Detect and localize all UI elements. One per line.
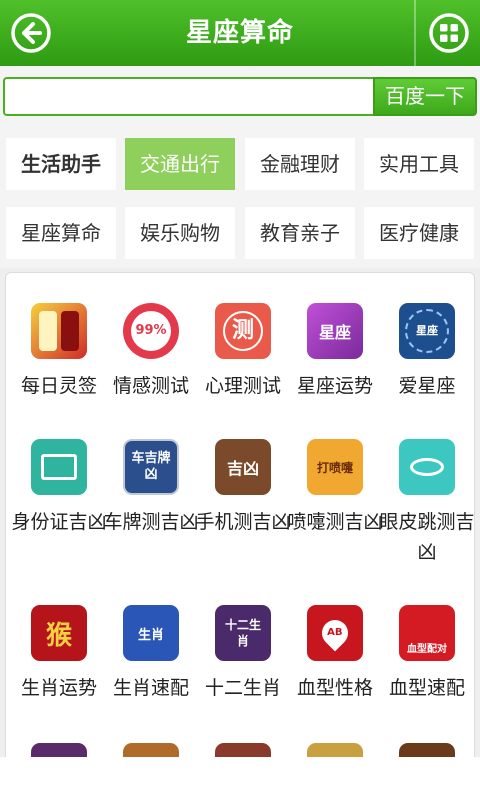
- page-title: 星座算命: [185, 18, 294, 48]
- category-entertainment[interactable]: 娱乐购物: [125, 207, 235, 259]
- app-blood-type-match[interactable]: 血型配对 血型速配: [379, 605, 474, 703]
- app-label: 血型性格: [296, 677, 373, 699]
- app-psych-test[interactable]: 测 心理测试: [195, 303, 291, 401]
- app-grid-card: 每日灵签 99% 情感测试 测 心理测试 星座 星座运势 星座 爱星座 身份证吉…: [5, 272, 475, 772]
- title-bar: 星座算命: [0, 0, 480, 66]
- blood-type-icon: AB: [307, 605, 363, 661]
- app-twelve-zodiac[interactable]: 十二生肖 十二生肖: [195, 605, 291, 703]
- app-label: 喷嚏测吉凶: [287, 511, 383, 533]
- license-plate-icon: 车吉牌凶: [123, 439, 179, 495]
- category-horoscope[interactable]: 星座算命: [6, 207, 116, 259]
- app-zodiac-match[interactable]: 生肖 生肖速配: [103, 605, 199, 703]
- id-card-icon: [31, 439, 87, 495]
- zodiac-match-icon: 生肖: [123, 605, 179, 661]
- bottom-strip: [0, 757, 480, 800]
- app-phone-fortune[interactable]: 吉凶 手机测吉凶: [195, 439, 291, 537]
- sneeze-icon: 打喷嚏: [307, 439, 363, 495]
- zodiac-fortune-icon: 星座: [307, 303, 363, 359]
- zodiac-animal-icon: 猴: [31, 605, 87, 661]
- fortune-sticks-icon: [31, 303, 87, 359]
- phone-seal-icon: 吉凶: [215, 439, 271, 495]
- category-transport[interactable]: 交通出行: [125, 138, 235, 190]
- heart-percent-icon: 99%: [123, 303, 179, 359]
- app-label: 星座运势: [296, 375, 373, 397]
- app-label: 车牌测吉凶: [103, 511, 199, 533]
- app-sneeze-fortune[interactable]: 打喷嚏 喷嚏测吉凶: [287, 439, 383, 537]
- zodiac-wheel-icon: 星座: [399, 303, 455, 359]
- app-id-card-fortune[interactable]: 身份证吉凶: [11, 439, 107, 537]
- blood-match-icon: 血型配对: [399, 605, 455, 661]
- app-zodiac-animal-fortune[interactable]: 猴 生肖运势: [11, 605, 107, 703]
- category-finance[interactable]: 金融理财: [245, 138, 355, 190]
- app-label: 手机测吉凶: [195, 511, 291, 533]
- grid-menu-icon[interactable]: [428, 12, 470, 54]
- app-plate-fortune[interactable]: 车吉牌凶 车牌测吉凶: [103, 439, 199, 537]
- app-label: 生肖速配: [112, 677, 189, 699]
- app-panel: 每日灵签 99% 情感测试 测 心理测试 星座 星座运势 星座 爱星座 身份证吉…: [0, 268, 480, 800]
- twelve-zodiac-icon: 十二生肖: [215, 605, 271, 661]
- app-eyelid-fortune[interactable]: 眼皮跳测吉凶: [379, 439, 475, 567]
- app-daily-fortune[interactable]: 每日灵签: [11, 303, 107, 401]
- category-life-assistant[interactable]: 生活助手: [6, 138, 116, 190]
- app-zodiac-fortune[interactable]: 星座 星座运势: [287, 303, 383, 401]
- app-label: 情感测试: [112, 375, 189, 397]
- app-label: 眼皮跳测吉凶: [379, 511, 475, 563]
- app-label: 每日灵签: [20, 375, 97, 397]
- app-label: 身份证吉凶: [11, 511, 107, 533]
- app-love-zodiac[interactable]: 星座 爱星座: [379, 303, 474, 401]
- search-input[interactable]: [3, 77, 374, 116]
- category-tools[interactable]: 实用工具: [364, 138, 474, 190]
- app-label: 爱星座: [398, 375, 456, 397]
- category-education[interactable]: 教育亲子: [245, 207, 355, 259]
- category-medical[interactable]: 医疗健康: [364, 207, 474, 259]
- psych-test-icon: 测: [215, 303, 271, 359]
- app-label: 血型速配: [388, 677, 465, 699]
- app-label: 生肖运势: [20, 677, 97, 699]
- baidu-search-button[interactable]: 百度一下: [373, 77, 477, 116]
- app-love-test[interactable]: 99% 情感测试: [103, 303, 199, 401]
- app-blood-type-personality[interactable]: AB 血型性格: [287, 605, 383, 703]
- category-grid: 生活助手 交通出行 金融理财 实用工具 星座算命 娱乐购物 教育亲子 医疗健康: [0, 128, 480, 268]
- title-divider: [414, 0, 416, 66]
- eye-icon: [399, 439, 455, 495]
- app-label: 十二生肖: [204, 677, 281, 699]
- search-bar: 百度一下: [0, 66, 480, 128]
- app-label: 心理测试: [204, 375, 281, 397]
